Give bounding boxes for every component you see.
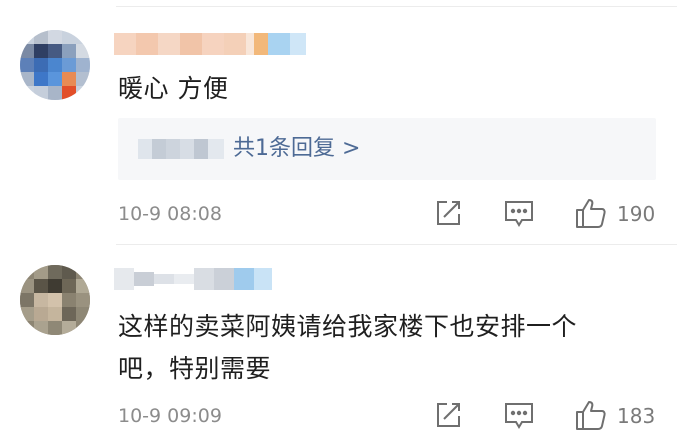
comment-time: 10-9 09:09 bbox=[118, 405, 222, 427]
replies-box[interactable]: 共1条回复 > bbox=[118, 118, 656, 180]
like-count: 190 bbox=[617, 202, 656, 226]
username-pixelated[interactable] bbox=[114, 33, 306, 55]
comment-text: 暖心 方便 bbox=[118, 74, 229, 103]
thumbs-up-icon[interactable] bbox=[574, 398, 608, 432]
avatar[interactable] bbox=[20, 265, 90, 335]
top-divider bbox=[116, 6, 677, 7]
avatar[interactable] bbox=[20, 30, 90, 100]
comment-divider bbox=[116, 244, 677, 245]
comment-icon[interactable] bbox=[503, 199, 535, 229]
comment-text-line-2: 吧，特别需要 bbox=[118, 354, 272, 383]
share-icon[interactable] bbox=[433, 198, 463, 228]
comment-time: 10-9 08:08 bbox=[118, 203, 222, 225]
comment-icon[interactable] bbox=[503, 401, 535, 431]
like-count: 183 bbox=[617, 404, 656, 428]
avatar-pixelated-image bbox=[20, 265, 90, 335]
thumbs-up-icon[interactable] bbox=[574, 196, 608, 230]
username-pixelated[interactable] bbox=[114, 268, 272, 290]
replier-name-pixelated bbox=[138, 139, 224, 163]
share-icon[interactable] bbox=[433, 400, 463, 430]
view-replies-link[interactable]: 共1条回复 > bbox=[233, 118, 360, 180]
comment-text-line-1: 这样的卖菜阿姨请给我家楼下也安排一个 bbox=[118, 312, 578, 341]
avatar-pixelated-image bbox=[20, 30, 90, 100]
